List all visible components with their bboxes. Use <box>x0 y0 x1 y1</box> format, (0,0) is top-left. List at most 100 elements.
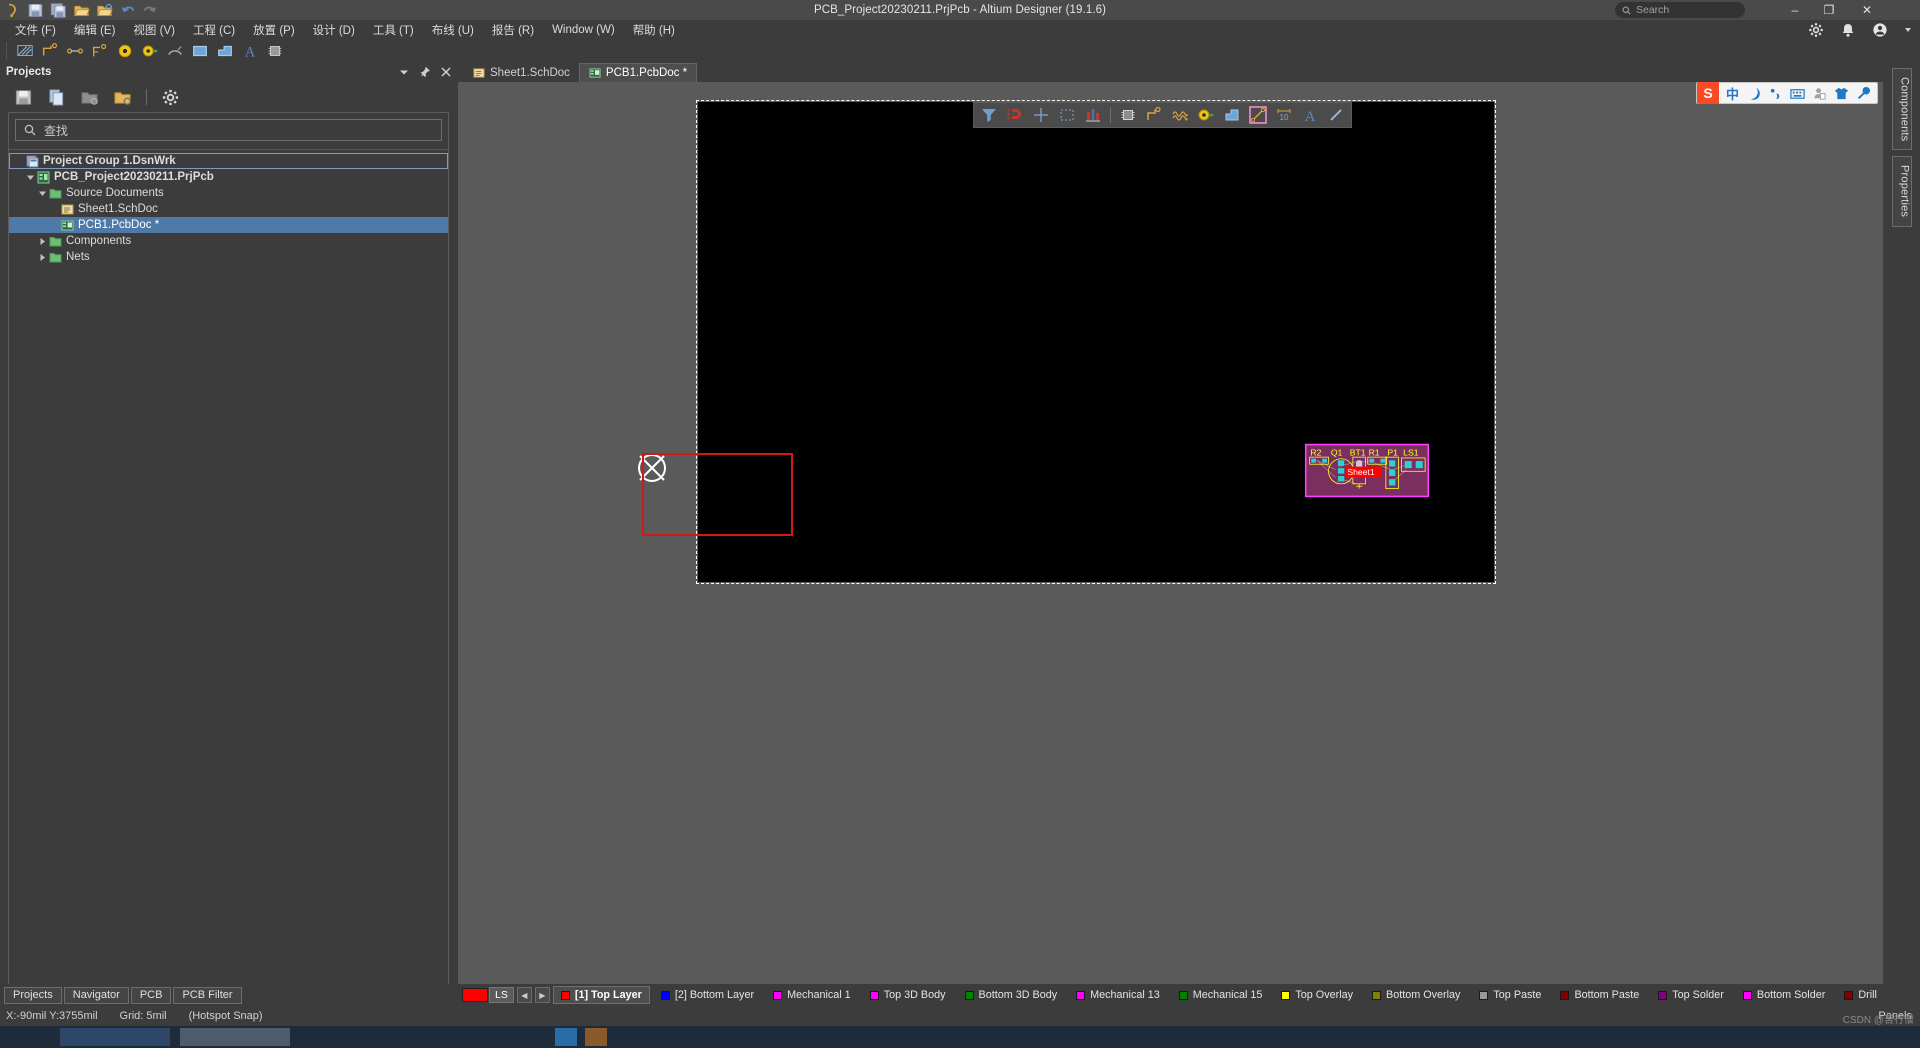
menu-design[interactable]: 设计 (D) <box>304 20 364 40</box>
pcb-canvas[interactable]: 10 A R2 Q1 BT1 R1 P1 LS1 Sheet1 <box>458 82 1883 984</box>
ls-button[interactable]: LS <box>489 987 514 1003</box>
minimize-button[interactable]: – <box>1778 0 1812 20</box>
layer-tab[interactable]: Bottom Paste <box>1552 986 1647 1004</box>
magnet-snap-icon[interactable] <box>1006 106 1024 124</box>
skin-icon[interactable] <box>1834 86 1849 101</box>
ime-mode-label[interactable]: 中 <box>1726 84 1739 103</box>
menu-view[interactable]: 视图 (V) <box>124 20 184 40</box>
place-polygon-icon[interactable] <box>15 42 35 60</box>
bell-icon[interactable] <box>1840 22 1856 38</box>
tree-item[interactable]: Components <box>9 233 448 249</box>
layer-tab[interactable]: Top 3D Body <box>862 986 954 1004</box>
layer-tab[interactable]: [2] Bottom Layer <box>653 986 762 1004</box>
projects-search-input[interactable]: 查找 <box>15 119 442 141</box>
gear-icon[interactable] <box>161 88 180 107</box>
differential-pair-icon[interactable] <box>1171 106 1189 124</box>
menu-place[interactable]: 放置 (P) <box>244 20 304 40</box>
close-button[interactable]: ✕ <box>1850 0 1884 20</box>
component-cluster[interactable]: R2 Q1 BT1 R1 P1 LS1 Sheet1 <box>1303 443 1431 498</box>
place-line-icon[interactable] <box>65 42 85 60</box>
place-string-icon[interactable]: A <box>1301 106 1319 125</box>
layer-tab[interactable]: Mechanical 15 <box>1171 986 1271 1004</box>
vtab-properties[interactable]: Properties <box>1891 156 1912 227</box>
gear-icon[interactable] <box>1808 22 1824 38</box>
layer-tab[interactable]: Mechanical 1 <box>765 986 859 1004</box>
taskbar-item-3[interactable] <box>555 1028 577 1046</box>
menu-reports[interactable]: 报告 (R) <box>483 20 543 40</box>
place-via-icon[interactable] <box>140 42 160 60</box>
place-string-icon[interactable]: A <box>240 42 260 60</box>
tree-item[interactable]: PCB1.PcbDoc * <box>9 217 448 233</box>
layer-next-button[interactable]: ▶ <box>534 987 550 1003</box>
document-tab[interactable]: Sheet1.SchDoc <box>464 63 579 82</box>
place-component-icon[interactable] <box>1119 106 1137 124</box>
global-search-box[interactable]: Search <box>1615 2 1745 18</box>
layer-tab[interactable]: Bottom Solder <box>1735 986 1833 1004</box>
taskbar-item-4[interactable] <box>585 1028 607 1046</box>
vtab-components[interactable]: Components <box>1891 68 1912 151</box>
menu-edit[interactable]: 编辑 (E) <box>65 20 125 40</box>
layer-tab[interactable]: Drill <box>1836 986 1885 1004</box>
document-tab[interactable]: PCB1.PcbDoc * <box>578 63 698 82</box>
layer-tab[interactable]: [1] Top Layer <box>552 986 650 1004</box>
tree-item[interactable]: Nets <box>9 249 448 265</box>
interactive-routing-icon[interactable] <box>1145 106 1163 124</box>
place-component-icon[interactable] <box>265 42 285 60</box>
chevron-down-icon[interactable] <box>25 172 36 183</box>
place-pad-icon[interactable] <box>115 42 135 60</box>
place-line-selected-icon[interactable] <box>1249 106 1267 124</box>
tree-item[interactable]: Sheet1.SchDoc <box>9 201 448 217</box>
punctuation-icon[interactable] <box>1768 86 1783 101</box>
open-folder-icon[interactable] <box>80 88 99 107</box>
bottom-tab-pcb[interactable]: PCB <box>130 986 172 1004</box>
bottom-tab-navigator[interactable]: Navigator <box>63 986 129 1004</box>
bottom-tab-pcb-filter[interactable]: PCB Filter <box>173 986 242 1004</box>
keyboard-icon[interactable] <box>1790 86 1805 101</box>
select-area-icon[interactable] <box>1058 106 1076 124</box>
bottom-tab-projects[interactable]: Projects <box>4 986 62 1004</box>
user-icon[interactable] <box>1812 86 1827 101</box>
chevron-down-icon[interactable] <box>37 188 48 199</box>
place-dimension-icon[interactable]: 10 <box>1275 106 1293 124</box>
place-track-icon[interactable] <box>40 42 60 60</box>
copy-icon[interactable] <box>47 88 66 107</box>
tree-item[interactable]: PCB_Project20230211.PrjPcb <box>9 169 448 185</box>
menu-file[interactable]: 文件 (F) <box>6 20 65 40</box>
menu-route[interactable]: 布线 (U) <box>423 20 483 40</box>
moon-icon[interactable] <box>1746 86 1761 101</box>
selection-rectangle[interactable] <box>642 453 793 536</box>
place-track-icon[interactable] <box>1327 106 1345 124</box>
place-arc-icon[interactable] <box>165 42 185 60</box>
filter-icon[interactable] <box>980 106 998 124</box>
layer-tab[interactable]: Top Solder <box>1650 986 1732 1004</box>
place-fill-icon[interactable] <box>190 42 210 60</box>
layer-tab[interactable]: Top Paste <box>1471 986 1549 1004</box>
sogou-logo-icon[interactable]: S <box>1696 82 1719 104</box>
chevron-down-icon[interactable] <box>1904 22 1912 38</box>
tree-item[interactable]: Project Group 1.DsnWrk <box>9 153 448 169</box>
close-icon[interactable] <box>440 66 452 78</box>
layer-tab[interactable]: Mechanical 13 <box>1068 986 1168 1004</box>
tree-item[interactable]: Source Documents <box>9 185 448 201</box>
pin-icon[interactable] <box>419 66 431 78</box>
menu-window[interactable]: Window (W) <box>543 22 624 38</box>
chevron-down-icon[interactable] <box>398 66 410 78</box>
maximize-button[interactable]: ❐ <box>1812 0 1846 20</box>
menu-project[interactable]: 工程 (C) <box>184 20 244 40</box>
chevron-right-icon[interactable] <box>37 252 48 263</box>
taskbar-item-2[interactable] <box>180 1028 290 1046</box>
toolbar-grip[interactable] <box>6 43 8 59</box>
account-icon[interactable] <box>1872 22 1888 38</box>
place-pad-icon[interactable] <box>1197 106 1215 124</box>
ls-color-swatch[interactable] <box>462 988 488 1002</box>
layer-prev-button[interactable]: ◀ <box>516 987 532 1003</box>
chevron-right-icon[interactable] <box>37 236 48 247</box>
layer-tab[interactable]: Bottom 3D Body <box>957 986 1066 1004</box>
place-polygon-icon[interactable] <box>1223 106 1241 124</box>
place-arc-center-icon[interactable] <box>90 42 110 60</box>
layer-tab[interactable]: Top Overlay <box>1273 986 1361 1004</box>
crosshair-icon[interactable] <box>1032 106 1050 124</box>
tools-icon[interactable] <box>1856 86 1871 101</box>
layer-tab[interactable]: Bottom Overlay <box>1364 986 1468 1004</box>
save-icon[interactable] <box>14 88 33 107</box>
